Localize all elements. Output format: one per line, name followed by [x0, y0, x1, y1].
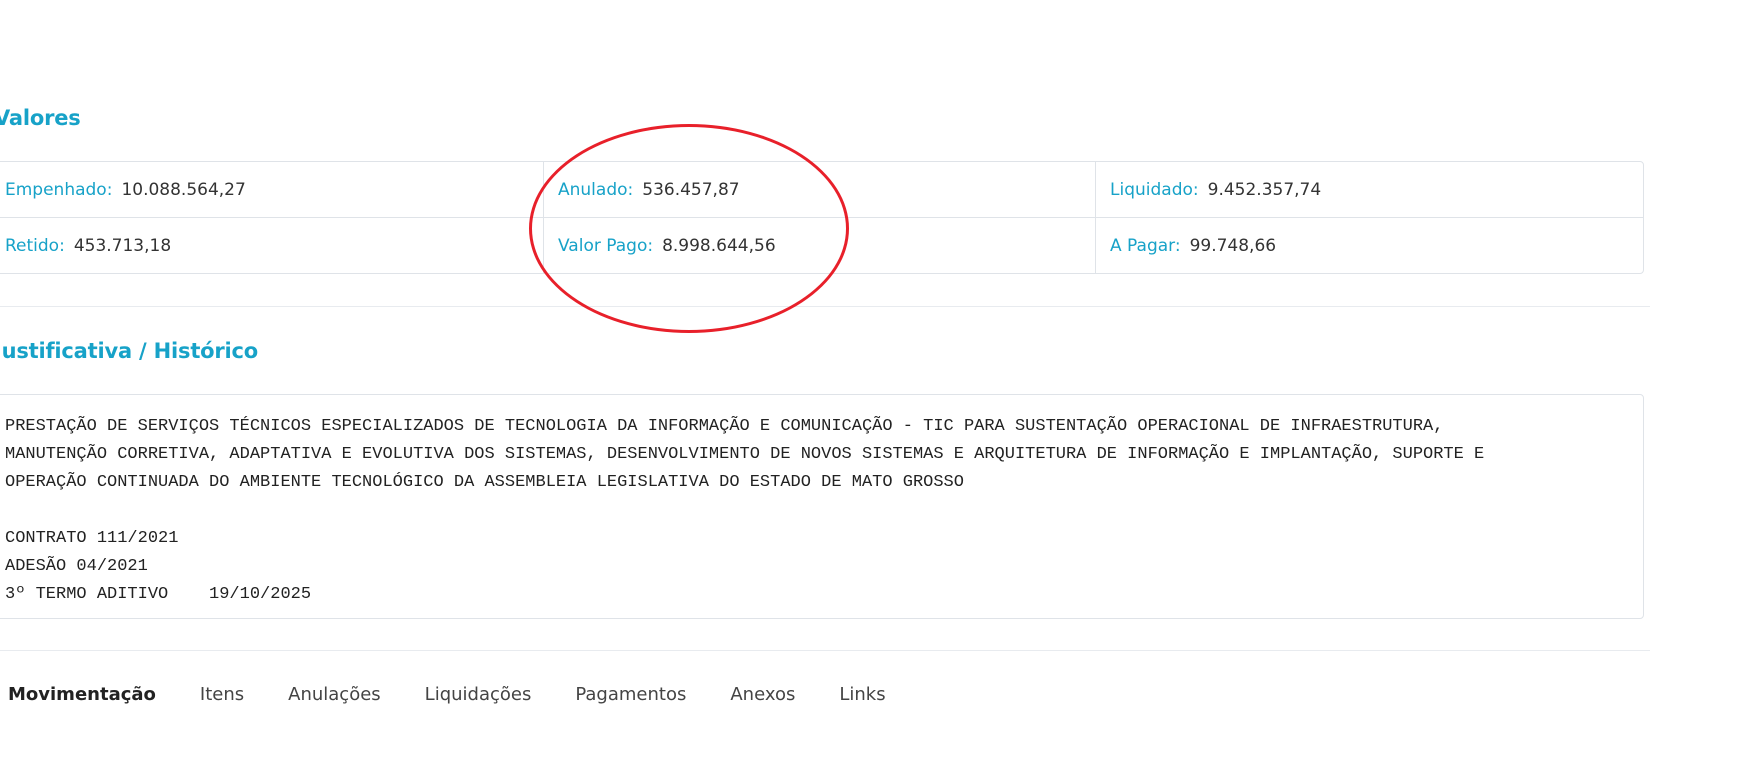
valores-cell-empenhado: Empenhado: 10.088.564,27: [0, 162, 543, 218]
tab-itens[interactable]: Itens: [200, 680, 244, 704]
valores-table: Empenhado: 10.088.564,27 Anulado: 536.45…: [0, 161, 1644, 274]
tab-anexos[interactable]: Anexos: [730, 680, 795, 704]
anulado-value: 536.457,87: [642, 179, 740, 200]
page: Valores Empenhado: 10.088.564,27 Anulado…: [0, 0, 1744, 773]
valores-cell-liquidado: Liquidado: 9.452.357,74: [1095, 162, 1643, 218]
retido-value: 453.713,18: [73, 235, 172, 256]
detail-tabs: Movimentação Itens Anulações Liquidações…: [8, 680, 930, 704]
empenhado-label: Empenhado:: [5, 179, 113, 200]
valores-cell-a-pagar: A Pagar: 99.748,66: [1095, 218, 1643, 273]
section-divider: [0, 306, 1650, 307]
valores-cell-anulado: Anulado: 536.457,87: [543, 162, 1095, 218]
a-pagar-value: 99.748,66: [1189, 235, 1277, 256]
empenhado-value: 10.088.564,27: [121, 179, 246, 200]
a-pagar-label: A Pagar:: [1110, 235, 1181, 256]
valores-cell-retido: Retido: 453.713,18: [0, 218, 543, 273]
liquidado-label: Liquidado:: [1110, 179, 1199, 200]
tab-movimentacao[interactable]: Movimentação: [8, 680, 156, 704]
anulado-label: Anulado:: [558, 179, 634, 200]
tab-anulacoes[interactable]: Anulações: [288, 680, 381, 704]
valor-pago-value: 8.998.644,56: [662, 235, 776, 256]
tab-pagamentos[interactable]: Pagamentos: [575, 680, 686, 704]
liquidado-value: 9.452.357,74: [1207, 179, 1322, 200]
retido-label: Retido:: [5, 235, 65, 256]
valores-section-title: Valores: [0, 106, 81, 130]
valor-pago-label: Valor Pago:: [558, 235, 654, 256]
section-divider: [0, 650, 1650, 651]
valores-cell-valor-pago: Valor Pago: 8.998.644,56: [543, 218, 1095, 273]
tab-liquidacoes[interactable]: Liquidações: [425, 680, 532, 704]
historico-text: PRESTAÇÃO DE SERVIÇOS TÉCNICOS ESPECIALI…: [0, 394, 1644, 619]
tab-links[interactable]: Links: [839, 680, 885, 704]
justificativa-section-title: Justificativa / Histórico: [0, 339, 259, 363]
